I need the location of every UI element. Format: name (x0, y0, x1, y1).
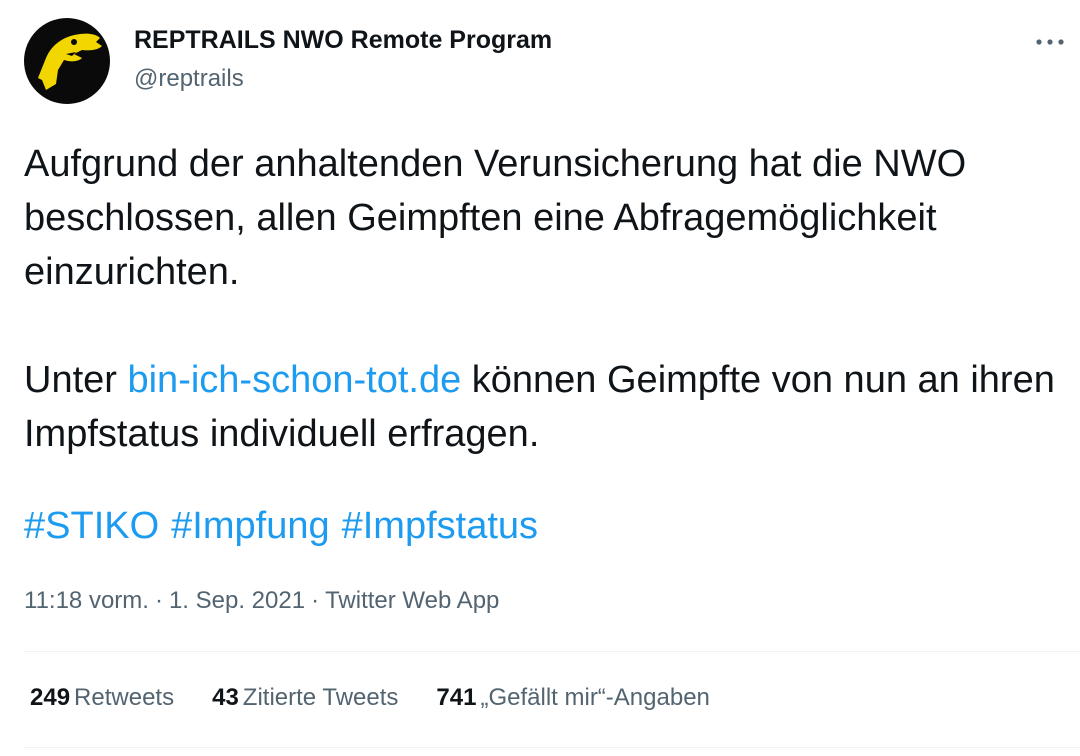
more-options-icon (1036, 39, 1064, 45)
likes-label: „Gefällt mir“-Angaben (480, 684, 710, 711)
author-handle[interactable]: @reptrails (134, 65, 244, 93)
meta-separator: · (311, 587, 320, 614)
tweet-paragraph-1: Aufgrund der anhaltenden Verunsicherung … (24, 143, 967, 293)
tweet-time[interactable]: 11:18 vorm. (24, 587, 149, 614)
avatar[interactable] (24, 18, 110, 104)
retweets-count: 249 (30, 684, 71, 711)
author-name[interactable]: REPTRAILS NWO Remote Program (134, 26, 552, 55)
tweet-meta: 11:18 vorm. · 1. Sep. 2021 · Twitter Web App (24, 587, 499, 615)
hashtag-impfstatus[interactable]: #Impfstatus (342, 505, 538, 547)
quotes-label: Zitierte Tweets (242, 684, 399, 711)
hashtag-stiko[interactable]: #STIKO (24, 505, 159, 547)
tweet-stats: 249 Retweets 43 Zitierte Tweets 741 „Gefäll… (30, 684, 710, 712)
tweet-paragraph-2: Unter bin-ich-schon-tot.de können Geimpf… (24, 353, 1064, 461)
likes-count: 741 (436, 684, 477, 711)
more-options-button[interactable] (1028, 24, 1072, 60)
hashtags: #STIKO #Impfung #Impfstatus (24, 499, 550, 553)
retweets-stat[interactable]: 249 Retweets (30, 684, 174, 712)
quotes-count: 43 (212, 684, 239, 711)
retweets-label: Retweets (74, 684, 175, 711)
tweet-text: Aufgrund der anhaltenden Verunsicherung … (24, 137, 1064, 461)
divider (24, 651, 1080, 652)
paragraph-2-prefix: Unter (24, 359, 128, 401)
tweet-link[interactable]: bin-ich-schon-tot.de (127, 359, 461, 401)
tweet-date[interactable]: 1. Sep. 2021 (169, 587, 305, 614)
hashtag-impfung[interactable]: #Impfung (171, 505, 329, 547)
divider (24, 747, 1080, 748)
quotes-stat[interactable]: 43 Zitierte Tweets (212, 684, 398, 712)
likes-stat[interactable]: 741 „Gefällt mir“-Angaben (436, 684, 709, 712)
meta-separator: · (154, 587, 163, 614)
tweet-source[interactable]: Twitter Web App (325, 587, 499, 614)
yellow-raptor-head-icon (38, 33, 102, 90)
